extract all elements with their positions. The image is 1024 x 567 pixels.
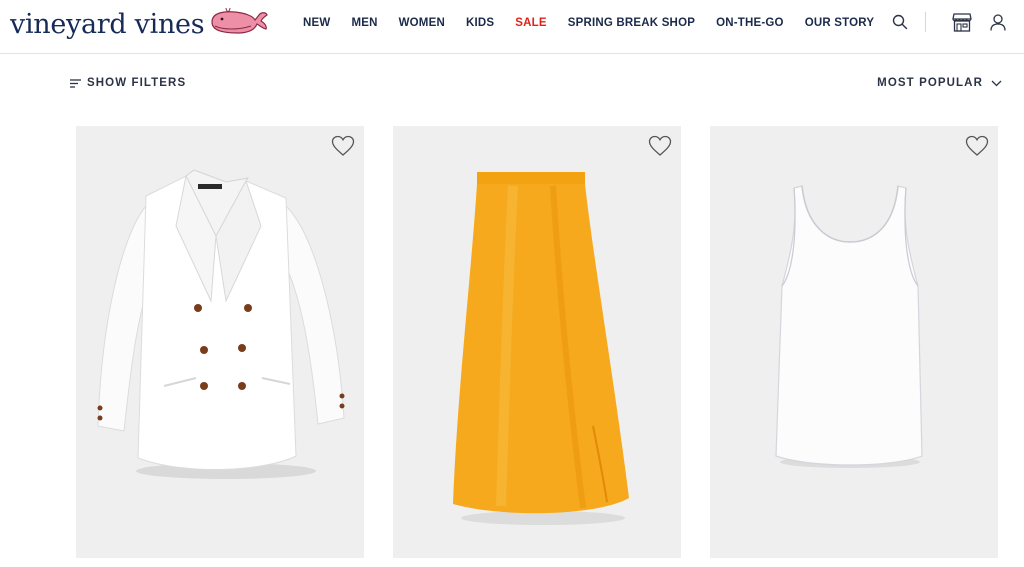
product-image-tank [775, 185, 923, 468]
heart-outline-icon[interactable] [648, 135, 672, 157]
search-icon [892, 14, 908, 30]
sort-label: MOST POPULAR [877, 77, 983, 89]
search-button[interactable] [890, 11, 910, 33]
site-header: vineyard vines NEW MEN WOMEN KIDS SALE S… [0, 0, 1024, 54]
sort-dropdown[interactable]: MOST POPULAR [877, 74, 1002, 92]
heart-outline-icon[interactable] [965, 135, 989, 157]
chevron-down-icon [991, 80, 1002, 86]
main-nav: NEW MEN WOMEN KIDS SALE SPRING BREAK SHO… [303, 0, 895, 46]
nav-our-story[interactable]: OUR STORY [805, 17, 875, 29]
nav-men[interactable]: MEN [351, 17, 377, 29]
heart-outline-icon[interactable] [331, 135, 355, 157]
brand-logo[interactable]: vineyard vines [10, 2, 269, 46]
product-card-blazer[interactable] [76, 126, 364, 558]
product-card-tank[interactable] [710, 126, 998, 558]
brand-name: vineyard vines [10, 8, 205, 40]
show-filters-button[interactable]: SHOW FILTERS [70, 74, 186, 92]
nav-new[interactable]: NEW [303, 17, 330, 29]
nav-women[interactable]: WOMEN [399, 17, 445, 29]
whale-logo-icon [211, 7, 269, 34]
nav-spring-break-shop[interactable]: SPRING BREAK SHOP [568, 17, 695, 29]
show-filters-label: SHOW FILTERS [87, 77, 187, 89]
store-icon [952, 12, 972, 32]
nav-kids[interactable]: KIDS [466, 17, 494, 29]
account-icon [990, 13, 1006, 31]
nav-sale[interactable]: SALE [515, 17, 546, 29]
product-image-blazer [97, 169, 345, 479]
store-locator-button[interactable] [952, 11, 972, 33]
product-card-skirt[interactable] [393, 126, 681, 558]
filter-lines-icon [70, 78, 81, 88]
account-button[interactable] [988, 11, 1008, 33]
nav-on-the-go[interactable]: ON-THE-GO [716, 17, 784, 29]
header-divider [925, 12, 926, 32]
product-image-skirt [453, 172, 629, 525]
